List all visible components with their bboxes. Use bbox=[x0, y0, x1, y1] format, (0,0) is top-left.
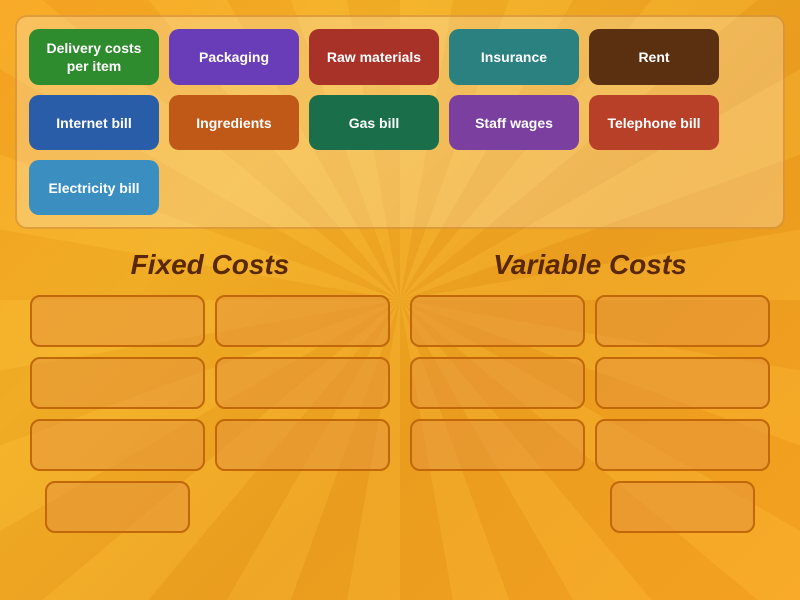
fixed-costs-category: Fixed Costs bbox=[30, 249, 390, 533]
variable-drop-4[interactable] bbox=[595, 357, 770, 409]
variable-drop-2[interactable] bbox=[595, 295, 770, 347]
fixed-drop-4[interactable] bbox=[215, 357, 390, 409]
item-staff-wages[interactable]: Staff wages bbox=[449, 95, 579, 150]
item-gas-bill[interactable]: Gas bill bbox=[309, 95, 439, 150]
fixed-costs-title: Fixed Costs bbox=[30, 249, 390, 281]
variable-drop-3[interactable] bbox=[410, 357, 585, 409]
variable-drop-7[interactable] bbox=[610, 481, 755, 533]
fixed-costs-grid bbox=[30, 295, 390, 533]
variable-drop-1[interactable] bbox=[410, 295, 585, 347]
item-raw-materials[interactable]: Raw materials bbox=[309, 29, 439, 85]
fixed-drop-2[interactable] bbox=[215, 295, 390, 347]
fixed-drop-5[interactable] bbox=[30, 419, 205, 471]
variable-costs-category: Variable Costs bbox=[410, 249, 770, 533]
item-delivery-costs[interactable]: Delivery costsper item bbox=[29, 29, 159, 85]
fixed-drop-1[interactable] bbox=[30, 295, 205, 347]
item-electricity-bill[interactable]: Electricity bill bbox=[29, 160, 159, 215]
variable-costs-title: Variable Costs bbox=[410, 249, 770, 281]
item-insurance[interactable]: Insurance bbox=[449, 29, 579, 85]
items-bank: Delivery costsper item Packaging Raw mat… bbox=[15, 15, 785, 229]
variable-costs-grid bbox=[410, 295, 770, 533]
item-packaging[interactable]: Packaging bbox=[169, 29, 299, 85]
fixed-drop-3[interactable] bbox=[30, 357, 205, 409]
variable-drop-6[interactable] bbox=[595, 419, 770, 471]
fixed-drop-7[interactable] bbox=[45, 481, 190, 533]
item-rent[interactable]: Rent bbox=[589, 29, 719, 85]
item-ingredients[interactable]: Ingredients bbox=[169, 95, 299, 150]
drop-section: Fixed Costs Variable Costs bbox=[15, 249, 785, 533]
item-telephone-bill[interactable]: Telephone bill bbox=[589, 95, 719, 150]
fixed-drop-6[interactable] bbox=[215, 419, 390, 471]
main-content: Delivery costsper item Packaging Raw mat… bbox=[0, 0, 800, 548]
variable-drop-5[interactable] bbox=[410, 419, 585, 471]
item-internet-bill[interactable]: Internet bill bbox=[29, 95, 159, 150]
